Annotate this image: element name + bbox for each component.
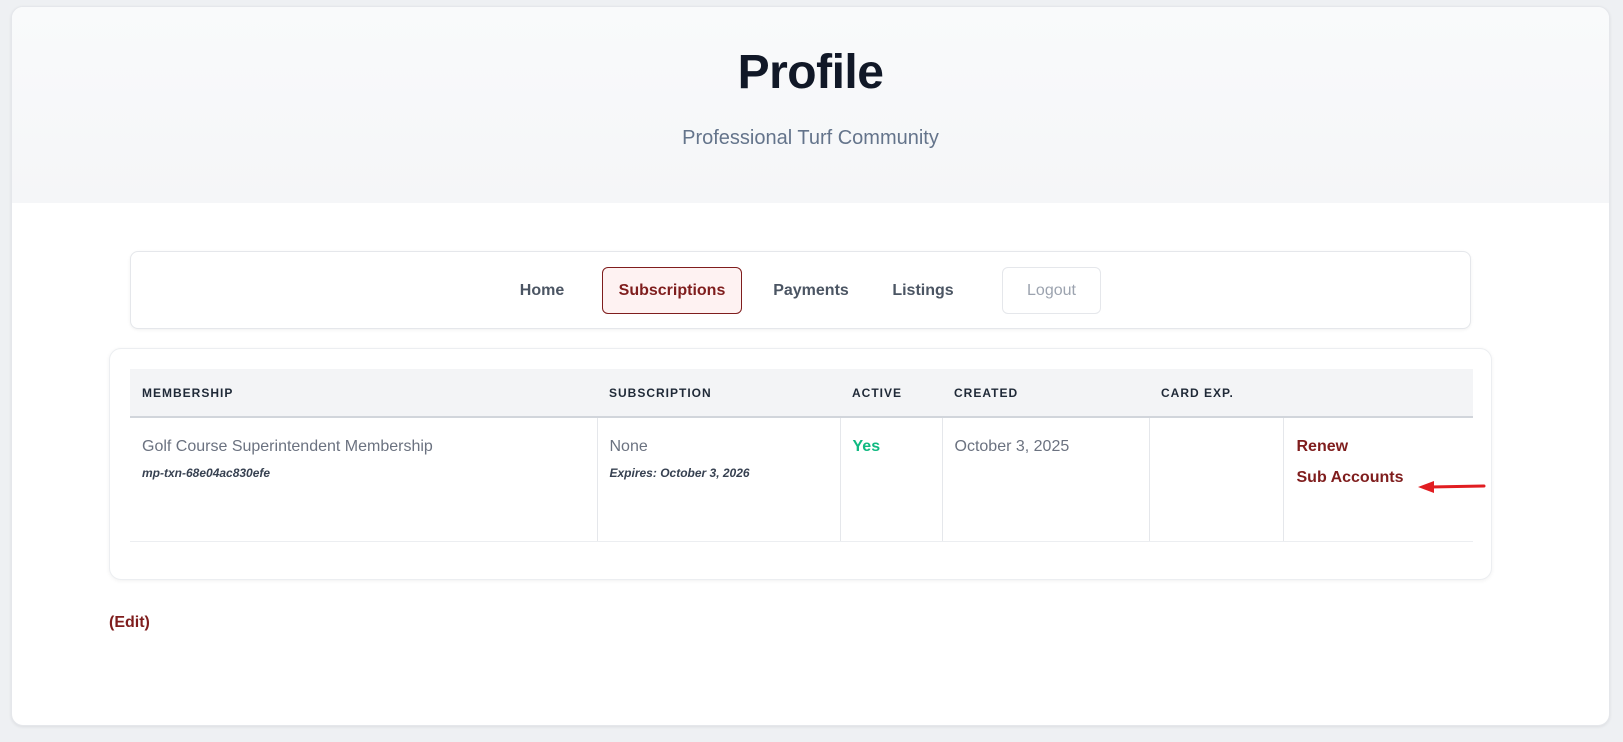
header-card-exp: CARD EXP. <box>1149 369 1283 418</box>
renew-link[interactable]: Renew <box>1297 438 1462 456</box>
profile-header: Profile Professional Turf Community <box>12 7 1609 203</box>
header-actions <box>1283 369 1473 418</box>
edit-link[interactable]: (Edit) <box>109 614 150 632</box>
membership-name: Golf Course Superintendent Membership <box>142 438 433 455</box>
annotation-arrow-icon <box>1418 481 1486 493</box>
cell-created: October 3, 2025 <box>942 417 1150 542</box>
table-row: Golf Course Superintendent Membership mp… <box>130 417 1473 542</box>
page-subtitle: Professional Turf Community <box>682 127 939 149</box>
profile-nav: Home Subscriptions Payments Listings Log… <box>130 251 1471 329</box>
nav-payments[interactable]: Payments <box>761 267 861 314</box>
active-status: Yes <box>852 438 881 455</box>
expires-date: Expires: October 3, 2026 <box>609 466 750 480</box>
nav-logout[interactable]: Logout <box>1002 267 1101 314</box>
header-membership: MEMBERSHIP <box>130 369 597 418</box>
created-date: October 3, 2025 <box>954 438 1070 455</box>
table-header-row: MEMBERSHIP SUBSCRIPTION ACTIVE CREATED C… <box>130 369 1473 418</box>
cell-active: Yes <box>840 417 943 542</box>
cell-membership: Golf Course Superintendent Membership mp… <box>130 417 598 542</box>
transaction-id: mp-txn-68e04ac830efe <box>142 466 271 480</box>
nav-subscriptions[interactable]: Subscriptions <box>602 267 742 314</box>
cell-subscription: None Expires: October 3, 2026 <box>597 417 841 542</box>
cell-actions: Renew Sub Accounts <box>1283 417 1473 542</box>
page-title: Profile <box>737 46 884 99</box>
subscriptions-table: MEMBERSHIP SUBSCRIPTION ACTIVE CREATED C… <box>130 369 1473 542</box>
header-active: ACTIVE <box>840 369 942 418</box>
header-subscription: SUBSCRIPTION <box>597 369 840 418</box>
subscription-value: None <box>609 438 648 455</box>
header-created: CREATED <box>942 369 1149 418</box>
cell-card-exp <box>1149 417 1284 542</box>
nav-home[interactable]: Home <box>505 267 579 314</box>
subscriptions-card: MEMBERSHIP SUBSCRIPTION ACTIVE CREATED C… <box>109 348 1492 580</box>
nav-listings[interactable]: Listings <box>878 267 968 314</box>
